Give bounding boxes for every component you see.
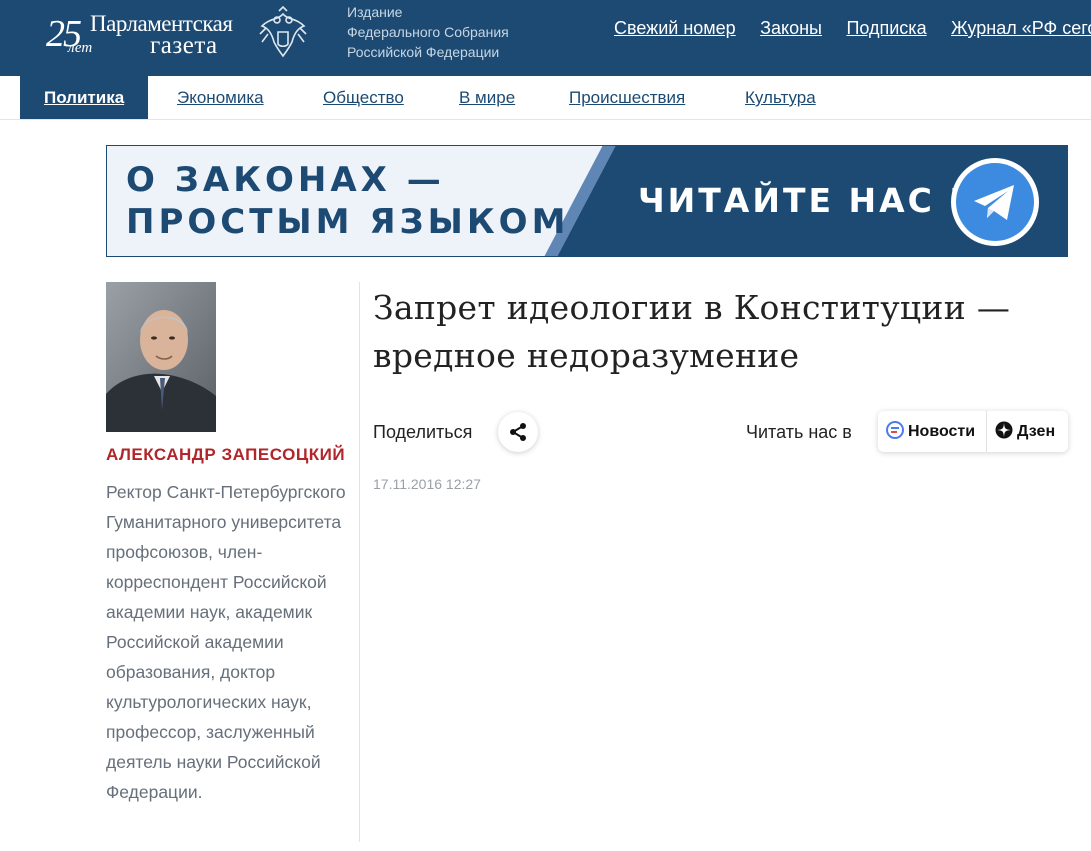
nav-item-incidents[interactable]: Происшествия xyxy=(569,76,685,119)
read-us-label: Читать нас в xyxy=(746,422,852,442)
banner-slogan-line2: ПРОСТЫМ ЯЗЫКОМ xyxy=(126,202,570,242)
banner-cta: ЧИТАЙТЕ НАС В xyxy=(638,181,978,220)
author-name[interactable]: АЛЕКСАНДР ЗАПЕСОЦКИЙ xyxy=(106,445,345,465)
nav-item-society[interactable]: Общество xyxy=(323,76,404,119)
top-link-fresh-issue[interactable]: Свежий номер xyxy=(614,18,736,39)
article-date: 17.11.2016 12:27 xyxy=(373,476,481,492)
publisher-info: Издание Федерального Собрания Российской… xyxy=(347,2,509,62)
telegram-icon xyxy=(951,158,1039,246)
publisher-line: Российской Федерации xyxy=(347,44,500,60)
publisher-line: Издание xyxy=(347,4,403,20)
author-photo xyxy=(106,282,216,432)
nav-item-world[interactable]: В мире xyxy=(459,76,515,119)
share-label: Поделиться xyxy=(373,422,473,442)
nav-item-economy[interactable]: Экономика xyxy=(177,76,264,119)
state-emblem-icon xyxy=(259,5,307,58)
logo-years-word: лет xyxy=(68,40,93,56)
yandex-news-button[interactable]: Новости xyxy=(886,411,975,452)
top-link-subscription[interactable]: Подписка xyxy=(846,18,926,39)
column-divider xyxy=(359,282,360,842)
news-feeds: Новости Дзен xyxy=(878,411,1068,452)
dzen-icon xyxy=(995,421,1013,439)
section-nav: Политика Экономика Общество В мире Проис… xyxy=(0,76,1091,120)
share-button[interactable] xyxy=(498,412,538,452)
banner-slogan: О ЗАКОНАХ — ПРОСТЫМ ЯЗЫКОМ xyxy=(126,159,569,243)
top-links: Свежий номер Законы Подписка Журнал «РФ … xyxy=(614,18,1091,39)
dzen-button[interactable]: Дзен xyxy=(986,411,1055,452)
nav-item-culture[interactable]: Культура xyxy=(745,76,816,119)
dzen-label: Дзен xyxy=(1017,423,1056,440)
top-link-laws[interactable]: Законы xyxy=(760,18,822,39)
publisher-line: Федерального Собрания xyxy=(347,24,509,40)
nav-item-politics[interactable]: Политика xyxy=(20,76,149,119)
share-icon xyxy=(510,423,526,441)
banner-slogan-line1: О ЗАКОНАХ — xyxy=(126,160,445,200)
site-header: 25 лет Парламентская газета Издание Феде… xyxy=(0,0,1091,76)
site-logo[interactable]: 25 лет Парламентская газета xyxy=(46,5,316,66)
news-icon xyxy=(886,421,904,439)
telegram-banner[interactable]: О ЗАКОНАХ — ПРОСТЫМ ЯЗЫКОМ ЧИТАЙТЕ НАС В xyxy=(106,145,1068,257)
article-title: Запрет идеологии в Конституции — вредное… xyxy=(373,288,1011,375)
logo-name-line2: газета xyxy=(150,32,218,59)
author-bio: Ректор Санкт-Петербургского Гуманитарног… xyxy=(106,482,346,802)
yandex-news-label: Новости xyxy=(908,423,976,440)
top-link-magazine[interactable]: Журнал «РФ сегодня» xyxy=(951,18,1091,39)
